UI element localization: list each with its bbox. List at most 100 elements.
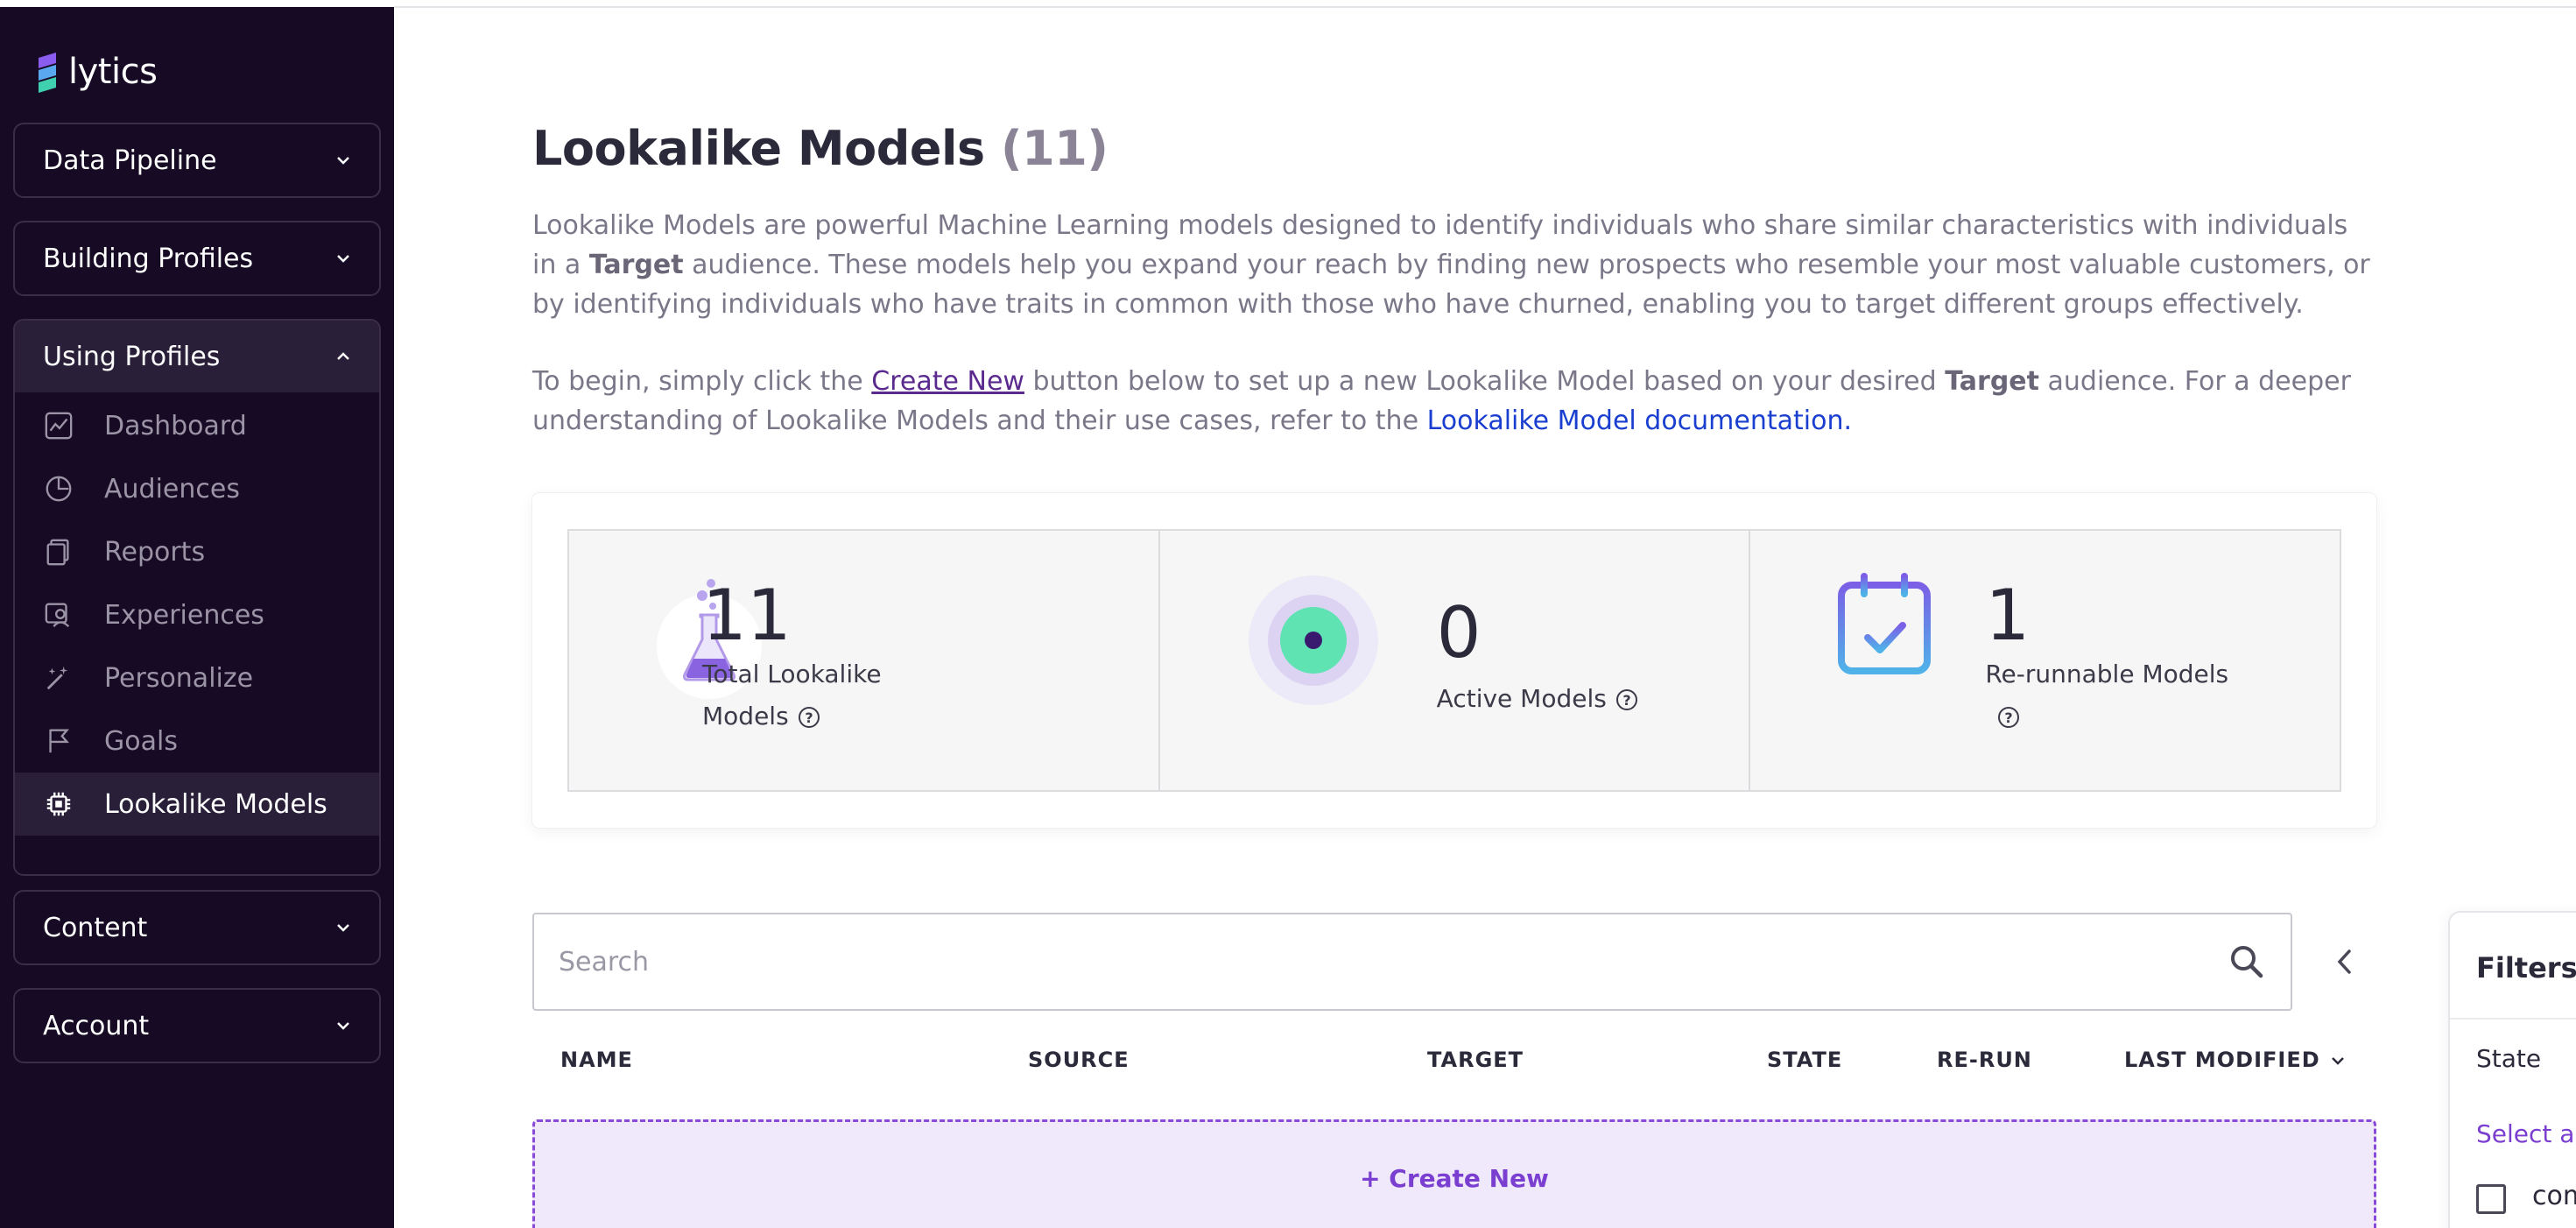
nav-group-using-profiles: Using Profiles Dashboard Audiences Repor… — [13, 319, 381, 876]
column-header-rerun[interactable]: RE-RUN — [1937, 1048, 2032, 1072]
svg-text:?: ? — [1622, 692, 1630, 709]
flag-icon — [43, 725, 74, 757]
stat-label-line: Total Lookalike — [702, 660, 882, 688]
top-divider — [394, 6, 2576, 8]
nav-header-data-pipeline[interactable]: Data Pipeline — [15, 124, 379, 196]
lytics-logo-icon — [39, 53, 56, 93]
sidebar-item-label: Dashboard — [104, 410, 247, 441]
stat-value: 11 — [702, 575, 792, 656]
stat-label: Active Models? — [1437, 678, 1638, 720]
sidebar-item-label: Audiences — [104, 473, 240, 505]
intro-text: audience. These models help you expand y… — [532, 250, 2370, 320]
sidebar-item-label: Reports — [104, 536, 206, 568]
nav-header-label: Using Profiles — [43, 341, 221, 372]
nav-group-content: Content — [13, 890, 381, 965]
chart-icon — [43, 410, 74, 441]
page-title-text: Lookalike Models — [532, 121, 985, 176]
stat-active-models: 0 Active Models? — [1160, 531, 1751, 790]
magic-wand-icon — [43, 662, 74, 694]
target-dot-icon — [1248, 575, 1378, 705]
stat-value: 0 — [1436, 592, 1482, 674]
sidebar-item-label: Lookalike Models — [104, 788, 327, 820]
sidebar-item-audiences[interactable]: Audiences — [15, 457, 379, 520]
nav-header-label: Content — [43, 912, 148, 943]
create-new-link[interactable]: Create New — [871, 366, 1024, 397]
filters-divider — [2450, 1018, 2576, 1020]
stats-card: 11 Total Lookalike Models? 0 Active Mode… — [532, 493, 2376, 828]
help-icon[interactable]: ? — [1615, 688, 1638, 711]
sidebar-item-experiences[interactable]: Experiences — [15, 583, 379, 646]
sidebar-item-label: Goals — [104, 725, 178, 757]
sidebar-item-label: Personalize — [104, 662, 254, 694]
intro-bold-target: Target — [588, 250, 684, 280]
nav-header-using-profiles[interactable]: Using Profiles — [15, 321, 379, 392]
chevron-down-icon — [2331, 1057, 2344, 1065]
filter-option-label: completed — [2532, 1181, 2576, 1211]
svg-text:?: ? — [805, 709, 813, 726]
stat-label: Re-runnable Models ? — [1985, 653, 2228, 738]
column-header-label: LAST MODIFIED — [2124, 1048, 2320, 1072]
profile-card-icon — [43, 599, 74, 631]
svg-text:?: ? — [2005, 709, 2013, 726]
search-input[interactable] — [559, 946, 2187, 977]
sidebar-item-lookalike-models[interactable]: Lookalike Models — [15, 773, 379, 836]
search-icon[interactable] — [2228, 942, 2266, 981]
lytics-logo[interactable]: lytics — [33, 51, 158, 93]
stat-rerunnable-models: 1 Re-runnable Models ? — [1750, 531, 2340, 790]
stat-label-help: ? — [1985, 695, 2228, 738]
column-header-state[interactable]: STATE — [1767, 1048, 1842, 1072]
stat-value: 1 — [1985, 575, 2031, 656]
nav-header-building-profiles[interactable]: Building Profiles — [15, 222, 379, 294]
chevron-down-icon — [337, 1022, 349, 1030]
chevron-left-icon[interactable] — [2327, 944, 2362, 979]
search-box — [532, 913, 2292, 1011]
create-new-label: + Create New — [1360, 1164, 1549, 1193]
chevron-down-icon — [337, 157, 349, 165]
stat-label-text: Active Models — [1436, 684, 1607, 713]
nav-header-account[interactable]: Account — [15, 990, 379, 1062]
page-title: Lookalike Models (11) — [532, 121, 1109, 176]
chevron-up-icon — [337, 352, 349, 360]
column-header-source[interactable]: SOURCE — [1028, 1048, 1130, 1072]
calendar-check-icon — [1838, 573, 1932, 674]
sidebar-item-reports[interactable]: Reports — [15, 520, 379, 583]
stat-label-text: Models — [702, 702, 789, 730]
nav-header-content[interactable]: Content — [15, 892, 379, 963]
pie-icon — [43, 473, 74, 505]
filter-option-checkbox[interactable] — [2476, 1184, 2506, 1214]
stat-label-line2: Models? — [702, 695, 882, 738]
nav-header-label: Account — [43, 1010, 150, 1041]
filters-panel: Filters State Select all completed — [2448, 911, 2576, 1228]
sidebar: lytics Data Pipeline Building Profiles U… — [0, 7, 394, 1228]
column-header-target[interactable]: TARGET — [1427, 1048, 1524, 1072]
chevron-down-icon — [337, 924, 349, 932]
column-header-last-modified[interactable]: LAST MODIFIED — [2124, 1048, 2347, 1072]
sidebar-item-label: Experiences — [104, 599, 264, 631]
nav-group-building-profiles: Building Profiles — [13, 221, 381, 296]
help-icon[interactable]: ? — [1997, 706, 2020, 729]
begin-text: To begin, simply click the — [532, 366, 872, 397]
begin-bold-target: Target — [1945, 366, 2039, 397]
stat-label: Total Lookalike Models? — [702, 653, 882, 738]
nav-group-data-pipeline: Data Pipeline — [13, 123, 381, 198]
page-title-count: (11) — [1000, 121, 1109, 176]
chip-icon — [43, 788, 74, 820]
sidebar-item-dashboard[interactable]: Dashboard — [15, 394, 379, 457]
copy-icon — [43, 536, 74, 568]
table-header: NAME SOURCE TARGET STATE RE-RUN LAST MOD… — [532, 1048, 2376, 1083]
select-all-link[interactable]: Select all — [2476, 1119, 2576, 1148]
stat-label-line: Re-runnable Models — [1985, 660, 2229, 688]
nav-header-label: Data Pipeline — [43, 145, 217, 176]
app-name: lytics — [68, 52, 158, 92]
sidebar-item-personalize[interactable]: Personalize — [15, 646, 379, 709]
create-new-button[interactable]: + Create New — [532, 1119, 2376, 1228]
intro-paragraph: Lookalike Models are powerful Machine Le… — [532, 206, 2380, 324]
stat-total-models: 11 Total Lookalike Models? — [569, 531, 1160, 790]
filter-state-label: State — [2476, 1044, 2542, 1073]
nav-header-label: Building Profiles — [43, 243, 254, 274]
sidebar-item-goals[interactable]: Goals — [15, 709, 379, 773]
filters-title: Filters — [2476, 951, 2576, 985]
help-icon[interactable]: ? — [798, 706, 820, 729]
column-header-name[interactable]: NAME — [560, 1048, 633, 1072]
documentation-link[interactable]: Lookalike Model documentation. — [1427, 406, 1852, 436]
